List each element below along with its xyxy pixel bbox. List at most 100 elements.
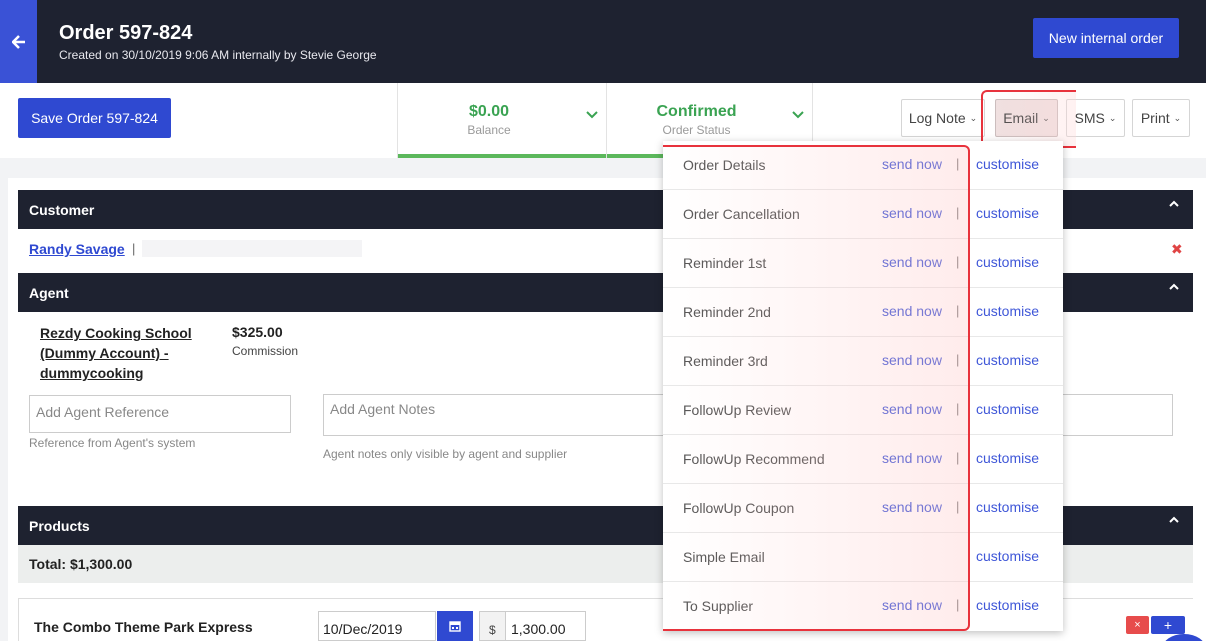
remove-product-button[interactable]: × — [1126, 616, 1149, 634]
email-label: Email — [1003, 110, 1039, 126]
customise-link[interactable]: customise — [976, 401, 1039, 417]
customise-link[interactable]: customise — [976, 156, 1039, 172]
customer-section-title: Customer — [29, 202, 95, 218]
sms-button[interactable]: SMS ⌄ — [1066, 99, 1125, 137]
template-name: Order Details — [683, 157, 766, 173]
email-template-item: FollowUp Recommend send now | customise — [663, 435, 1063, 484]
send-now-link[interactable]: send now — [882, 156, 942, 172]
agent-commission-amount: $325.00 — [232, 324, 283, 340]
chevron-down-icon — [792, 111, 804, 119]
balance-value: $0.00 — [468, 103, 510, 120]
template-name: Reminder 3rd — [683, 353, 768, 369]
agent-name-link[interactable]: Rezdy Cooking School (Dummy Account) - d… — [40, 323, 210, 383]
template-name: To Supplier — [683, 598, 754, 614]
customise-link[interactable]: customise — [976, 205, 1039, 221]
log-note-label: Log Note — [908, 110, 966, 126]
caret-down-icon: ⌄ — [1173, 112, 1182, 123]
print-label: Print — [1140, 110, 1170, 126]
customise-link[interactable]: customise — [976, 303, 1039, 319]
products-section-title: Products — [29, 518, 90, 534]
send-now-link[interactable]: send now — [882, 303, 942, 319]
email-template-item: Reminder 2nd send now | customise — [663, 288, 1063, 337]
email-template-item: Simple Email customise — [663, 533, 1063, 582]
product-price-input[interactable]: 1,300.00 — [506, 611, 586, 641]
customer-separator: | — [132, 241, 136, 256]
send-now-link[interactable]: send now — [882, 597, 942, 613]
link-separator: | — [956, 597, 960, 612]
chevron-up-icon — [1169, 516, 1179, 523]
chevron-up-icon — [1169, 200, 1179, 207]
log-note-button[interactable]: Log Note ⌄ — [901, 99, 985, 137]
calendar-button[interactable] — [437, 611, 473, 641]
sms-label: SMS — [1074, 110, 1105, 126]
template-name: Order Cancellation — [683, 206, 800, 222]
template-name: Reminder 1st — [683, 255, 767, 271]
top-bar: Order 597-824 Created on 30/10/2019 9:06… — [0, 0, 1206, 83]
email-dropdown-menu: Order Details send now | customise Order… — [663, 141, 1063, 631]
link-separator: | — [956, 499, 960, 514]
print-button[interactable]: Print ⌄ — [1132, 99, 1190, 137]
link-separator: | — [956, 156, 960, 171]
product-date-input[interactable]: 10/Dec/2019 — [318, 611, 436, 641]
send-now-link[interactable]: send now — [882, 254, 942, 270]
agent-section-title: Agent — [29, 285, 69, 301]
customise-link[interactable]: customise — [976, 352, 1039, 368]
customise-link[interactable]: customise — [976, 597, 1039, 613]
email-template-item: Order Cancellation send now | customise — [663, 190, 1063, 239]
email-template-item: FollowUp Review send now | customise — [663, 386, 1063, 435]
template-name: Simple Email — [683, 549, 765, 565]
balance-summary[interactable]: $0.00 Balance — [397, 83, 606, 158]
email-template-item: FollowUp Coupon send now | customise — [663, 484, 1063, 533]
customise-link[interactable]: customise — [976, 548, 1039, 564]
send-now-link[interactable]: send now — [882, 205, 942, 221]
chevron-up-icon — [1169, 283, 1179, 290]
email-template-item: Reminder 3rd send now | customise — [663, 337, 1063, 386]
agent-commission-label: Commission — [232, 344, 299, 358]
template-name: FollowUp Coupon — [683, 500, 795, 516]
agent-reference-hint: Reference from Agent's system — [29, 436, 196, 450]
agent-notes-hint: Agent notes only visible by agent and su… — [323, 447, 568, 461]
email-template-item: Reminder 1st send now | customise — [663, 239, 1063, 288]
customise-link[interactable]: customise — [976, 254, 1039, 270]
agent-reference-input[interactable]: Add Agent Reference — [29, 395, 291, 433]
email-button[interactable]: Email ⌄ — [995, 99, 1058, 137]
email-template-item: Order Details send now | customise — [663, 141, 1063, 190]
order-status-label: Order Status — [662, 123, 731, 137]
balance-label: Balance — [467, 123, 511, 137]
caret-down-icon: ⌄ — [1042, 112, 1050, 123]
caret-down-icon: ⌄ — [1108, 112, 1117, 123]
link-separator: | — [956, 205, 960, 220]
back-button[interactable] — [0, 0, 37, 83]
page-title: Order 597-824 — [59, 22, 193, 44]
link-separator: | — [956, 303, 960, 318]
email-template-item: To Supplier send now | customise — [663, 582, 1063, 631]
balance-progress-bar — [398, 154, 606, 158]
product-name: The Combo Theme Park Express — [34, 619, 253, 635]
link-separator: | — [956, 450, 960, 465]
add-product-button[interactable]: + — [1151, 616, 1185, 634]
order-status-value: Confirmed — [656, 103, 737, 120]
customer-contact-placeholder — [142, 240, 362, 257]
new-internal-order-button[interactable]: New internal order — [1033, 18, 1179, 58]
send-now-link[interactable]: send now — [882, 401, 942, 417]
calendar-icon — [449, 621, 461, 632]
currency-symbol: $ — [479, 611, 506, 641]
send-now-link[interactable]: send now — [882, 352, 942, 368]
template-name: FollowUp Review — [683, 402, 792, 418]
template-name: FollowUp Recommend — [683, 451, 825, 467]
remove-customer-icon[interactable]: ✖ — [1171, 241, 1183, 258]
send-now-link[interactable]: send now — [882, 450, 942, 466]
order-created-info: Created on 30/10/2019 9:06 AM internally… — [59, 48, 377, 62]
link-separator: | — [956, 401, 960, 416]
customise-link[interactable]: customise — [976, 499, 1039, 515]
customer-name-link[interactable]: Randy Savage — [29, 241, 125, 257]
send-now-link[interactable]: send now — [882, 499, 942, 515]
customise-link[interactable]: customise — [976, 450, 1039, 466]
link-separator: | — [956, 352, 960, 367]
template-name: Reminder 2nd — [683, 304, 771, 320]
link-separator: | — [956, 254, 960, 269]
chevron-down-icon — [586, 111, 598, 119]
caret-down-icon: ⌄ — [969, 112, 978, 123]
save-order-button[interactable]: Save Order 597-824 — [18, 98, 171, 138]
arrow-left-icon — [11, 34, 25, 49]
